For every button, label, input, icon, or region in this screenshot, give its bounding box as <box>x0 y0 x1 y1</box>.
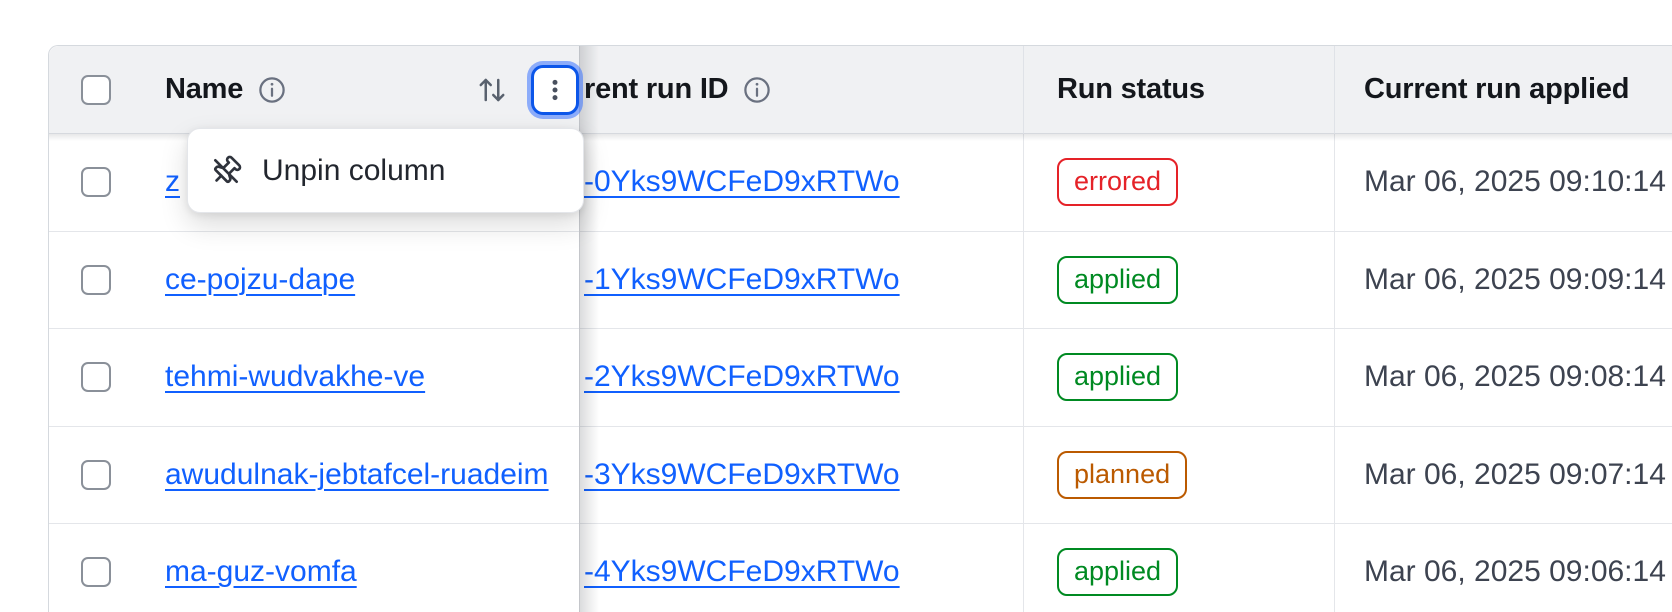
header-select-all-cell <box>49 46 143 134</box>
table-row-status-cell: applied <box>1023 329 1334 427</box>
pin-off-icon <box>210 155 242 187</box>
header-current-run-applied-cell: Current run applied <box>1334 46 1672 134</box>
column-header-name: Name <box>165 73 243 106</box>
column-header-run-status: Run status <box>1057 73 1205 106</box>
header-name-cell: Name <box>143 46 579 134</box>
row-checkbox[interactable] <box>81 265 111 295</box>
table-row-name-cell: ce-pojzu-dape <box>143 232 579 330</box>
table-row-status-cell: planned <box>1023 427 1334 525</box>
info-icon[interactable] <box>742 75 772 105</box>
column-menu-dropdown: Unpin column <box>187 128 584 213</box>
run-id-link[interactable]: -2Yks9WCFeD9xRTWo <box>584 360 900 394</box>
status-badge: applied <box>1057 256 1178 304</box>
menu-item-label: Unpin column <box>262 154 445 188</box>
row-checkbox[interactable] <box>81 557 111 587</box>
table-row-status-cell: applied <box>1023 524 1334 612</box>
table-row-name-cell: awudulnak-jebtafcel-ruadeim <box>143 427 579 525</box>
run-applied-timestamp: Mar 06, 2025 09:07:14 <box>1364 458 1666 492</box>
column-menu-button[interactable] <box>531 65 579 115</box>
table-row-checkbox-cell <box>49 427 143 525</box>
table-row-run-id-cell: -4Yks9WCFeD9xRTWo <box>579 524 1023 612</box>
run-applied-timestamp: Mar 06, 2025 09:10:14 a <box>1364 165 1672 199</box>
run-id-link[interactable]: -4Yks9WCFeD9xRTWo <box>584 555 900 589</box>
status-badge: applied <box>1057 548 1178 596</box>
table-row-run-id-cell: -3Yks9WCFeD9xRTWo <box>579 427 1023 525</box>
table-row-applied-cell: Mar 06, 2025 09:08:14 <box>1334 329 1672 427</box>
table-row-run-id-cell: -1Yks9WCFeD9xRTWo <box>579 232 1023 330</box>
table-row-status-cell: errored <box>1023 134 1334 232</box>
table-row-applied-cell: Mar 06, 2025 09:06:14 <box>1334 524 1672 612</box>
sort-icon[interactable] <box>477 75 507 105</box>
table-row-name-cell: tehmi-wudvakhe-ve <box>143 329 579 427</box>
run-applied-timestamp: Mar 06, 2025 09:09:14 <box>1364 263 1666 297</box>
table-row-run-id-cell: -2Yks9WCFeD9xRTWo <box>579 329 1023 427</box>
workspace-name-link[interactable]: ce-pojzu-dape <box>165 263 355 297</box>
run-id-link[interactable]: -3Yks9WCFeD9xRTWo <box>584 458 900 492</box>
table-row-checkbox-cell <box>49 232 143 330</box>
status-badge: applied <box>1057 353 1178 401</box>
table-row-applied-cell: Mar 06, 2025 09:09:14 <box>1334 232 1672 330</box>
select-all-checkbox[interactable] <box>81 75 111 105</box>
kebab-menu-icon <box>542 77 568 103</box>
table-row-status-cell: applied <box>1023 232 1334 330</box>
run-applied-timestamp: Mar 06, 2025 09:06:14 <box>1364 555 1666 589</box>
table-row-run-id-cell: -0Yks9WCFeD9xRTWo <box>579 134 1023 232</box>
run-applied-timestamp: Mar 06, 2025 09:08:14 <box>1364 360 1666 394</box>
column-header-current-run-id: rent run ID <box>584 73 728 106</box>
row-checkbox[interactable] <box>81 167 111 197</box>
workspaces-table-page: Name rent run ID Run status Curre <box>0 0 1672 612</box>
run-id-link[interactable]: -0Yks9WCFeD9xRTWo <box>584 165 900 199</box>
header-current-run-id-cell: rent run ID <box>579 46 1023 134</box>
row-checkbox[interactable] <box>81 460 111 490</box>
workspace-name-link[interactable]: z <box>165 165 180 199</box>
table-row-checkbox-cell <box>49 329 143 427</box>
table-row-name-cell: ma-guz-vomfa <box>143 524 579 612</box>
status-badge: errored <box>1057 158 1178 206</box>
info-icon[interactable] <box>257 75 287 105</box>
row-checkbox[interactable] <box>81 362 111 392</box>
status-badge: planned <box>1057 451 1187 499</box>
table-row-checkbox-cell <box>49 524 143 612</box>
table-row-applied-cell: Mar 06, 2025 09:07:14 <box>1334 427 1672 525</box>
header-run-status-cell: Run status <box>1023 46 1334 134</box>
table-row-checkbox-cell <box>49 134 143 232</box>
workspace-name-link[interactable]: tehmi-wudvakhe-ve <box>165 360 425 394</box>
run-id-link[interactable]: -1Yks9WCFeD9xRTWo <box>584 263 900 297</box>
workspace-name-link[interactable]: awudulnak-jebtafcel-ruadeim <box>165 458 549 492</box>
column-header-current-run-applied: Current run applied <box>1364 73 1629 106</box>
menu-item-unpin-column[interactable]: Unpin column <box>194 135 577 206</box>
table-row-applied-cell: Mar 06, 2025 09:10:14 a <box>1334 134 1672 232</box>
workspace-name-link[interactable]: ma-guz-vomfa <box>165 555 357 589</box>
